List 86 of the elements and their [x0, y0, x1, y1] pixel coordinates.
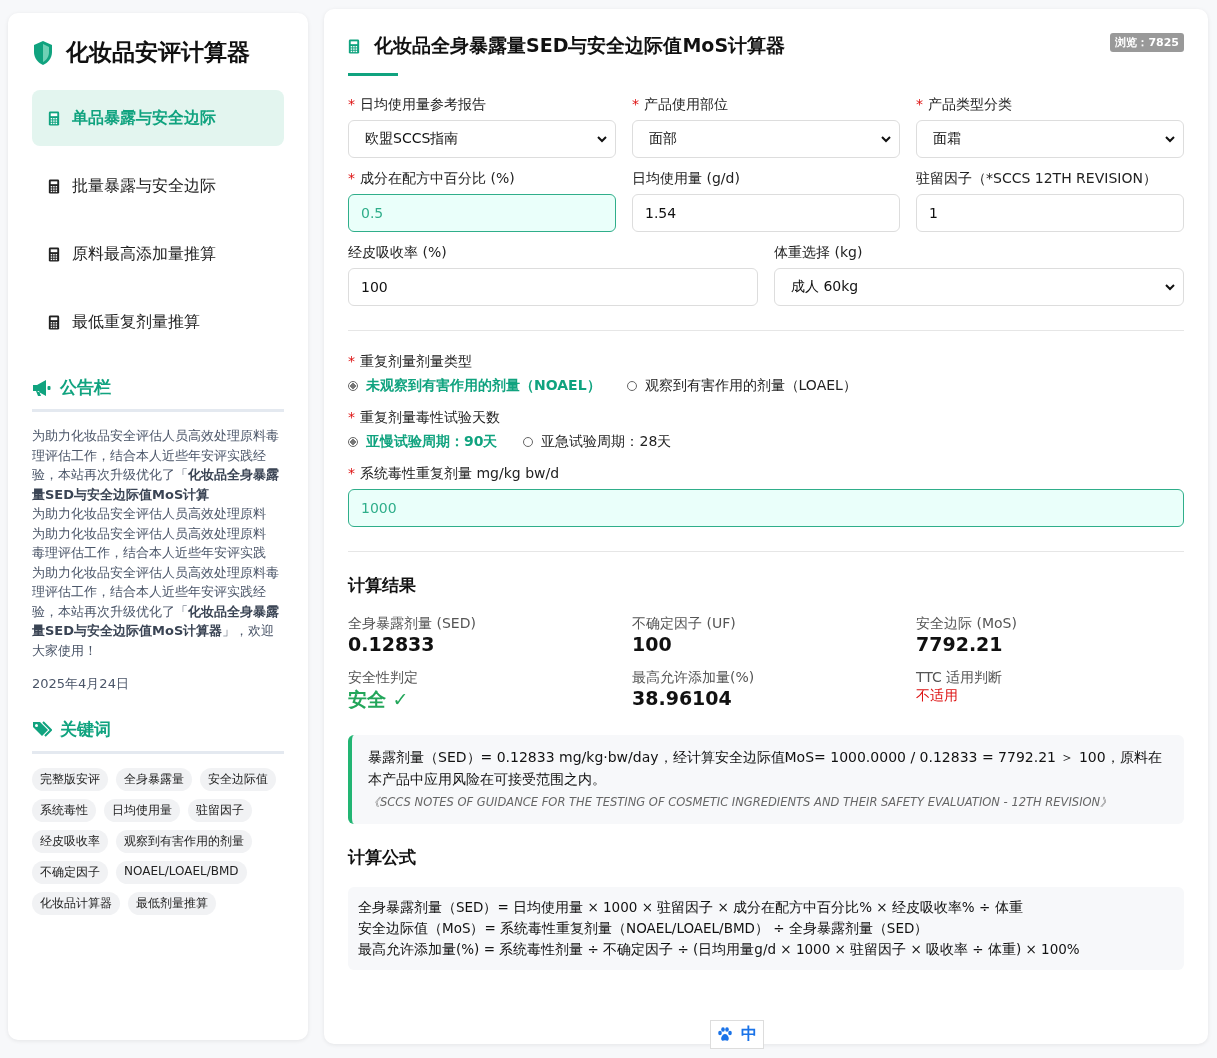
keyword-tag[interactable]: 化妆品计算器 — [32, 891, 120, 915]
formula-text: 安全边际值（MoS）= 系统毒性重复剂量（NOAEL/LOAEL/BMD） ÷ 全身暴露剂量（SED） — [358, 919, 930, 939]
formula-text: 全身暴露剂量（SED）= 日均使用量 × 1000 × 驻留因子 × 成分在配方中百分比% × 经皮吸收率% ÷ 体重 — [358, 898, 1024, 918]
field-label: 系统毒性重复剂量 mg/kg bw/d — [360, 465, 560, 481]
keyword-tag[interactable]: 不确定因子 — [32, 860, 108, 884]
result-value: 安全 ✓ — [348, 687, 410, 712]
keyword-tag[interactable]: 安全边际值 — [200, 767, 276, 791]
field-label: 日均使用量 (g/d) — [632, 170, 740, 186]
result-label: 安全边际 (MoS) — [916, 615, 1018, 633]
keyword-tag[interactable]: 驻留因子 — [188, 798, 252, 822]
reference-text: 《SCCS NOTES OF GUIDANCE FOR THE TESTING OF COSMETIC INGREDIENTS AND THEIR SAFETY EVALUATION - 12TH REVISION》 — [368, 794, 1114, 812]
calculator-icon — [48, 246, 60, 262]
page-title: 化妆品全身暴露量SED与安全边际值MoS计算器 — [374, 33, 786, 58]
notice-text: 为助力化妆品安全评估人员高效处理原料 — [32, 505, 267, 523]
keyword-tag[interactable]: 最低剂量推算 — [128, 891, 216, 915]
keyword-tag[interactable]: 全身暴露量 — [116, 767, 192, 791]
tags-icon — [32, 721, 52, 737]
nav-item[interactable]: 原料最高添加量推算 — [32, 226, 284, 282]
notice-text: 为助力化妆品安全评估人员高效处理原料毒理评估工作，结合本人近些年安评实践经验，本站再次升级优化了「化妆品全身暴露量SED与安全边际值MoS计算器」，欢迎大家使用！ — [32, 563, 280, 660]
field-label: 驻留因子（*SCCS 12TH REVISION） — [916, 170, 1157, 186]
required-mark: * — [916, 96, 923, 112]
result-label: TTC 适用判断 — [916, 669, 1004, 687]
keyword-tag[interactable]: 完整版安评 — [32, 767, 108, 791]
required-mark: * — [632, 96, 639, 112]
radio-option[interactable]: 观察到有害作用的剂量（LOAEL） — [626, 377, 857, 395]
notice-text: 毒理评估工作，结合本人近些年安评实践 — [32, 544, 267, 562]
conclusion-text: 暴露剂量（SED）= 0.12833 mg/kg·bw/day，经计算安全边际值MoS= 1000.0000 / 0.12833 = 7792.21 ＞ 100，原料在本产品中应用风险在可接受范围之内。 — [368, 748, 1163, 789]
megaphone-icon — [32, 378, 52, 397]
section-title: 关键词 — [60, 717, 111, 741]
keyword-tag[interactable]: NOAEL/LOAEL/BMD — [116, 860, 247, 884]
field-label: 产品使用部位 — [644, 96, 728, 112]
input-field[interactable]: 1.54 — [632, 194, 900, 232]
required-mark: * — [348, 409, 355, 425]
chevron-down-icon — [597, 135, 607, 143]
select-field[interactable]: 成人 60kg — [774, 268, 1184, 306]
field-label: 成分在配方中百分比 (%) — [360, 170, 515, 186]
result-label: 最高允许添加量(%) — [632, 669, 756, 687]
calculator-icon — [348, 38, 360, 54]
result-value: 0.12833 — [348, 633, 436, 655]
select-field[interactable]: 欧盟SCCS指南 — [348, 120, 616, 158]
view-count-badge: 浏览：7825 — [1110, 33, 1184, 52]
nav-item[interactable]: 最低重复剂量推算 — [32, 294, 284, 350]
result-label: 安全性判定 — [348, 669, 419, 687]
calculator-icon — [48, 314, 60, 330]
result-value: 7792.21 — [916, 633, 1004, 655]
radio-option[interactable]: 亚急试验周期：28天 — [523, 433, 672, 451]
field-label: 产品类型分类 — [928, 96, 1012, 112]
keyword-tag[interactable]: 系统毒性 — [32, 798, 96, 822]
formula-text: 最高允许添加量(%) = 系统毒性剂量 ÷ 不确定因子 ÷ (日均用量g/d × 1000 × 驻留因子 × 吸收率 ÷ 体重) × 100% — [358, 940, 1081, 960]
keyword-tag[interactable]: 经皮吸收率 — [32, 829, 108, 853]
chevron-down-icon — [1165, 135, 1175, 143]
notice-text: 为助力化妆品安全评估人员高效处理原料毒理评估工作，结合本人近些年安评实践经验，本站再次升级优化了「化妆品全身暴露量SED与安全边际值MoS计算 — [32, 427, 280, 504]
result-value: 38.96104 — [632, 687, 733, 709]
chevron-down-icon — [881, 135, 891, 143]
section-title: 计算公式 — [348, 846, 417, 870]
required-mark: * — [348, 353, 355, 369]
section-title: 计算结果 — [348, 574, 417, 597]
nav-item[interactable]: 批量暴露与安全边际 — [32, 158, 284, 214]
notice-text: 为助力化妆品安全评估人员高效处理原料 — [32, 524, 267, 543]
field-label: 重复剂量毒性试验天数 — [360, 409, 500, 425]
required-mark: * — [348, 170, 355, 186]
result-value: 不适用 — [916, 687, 959, 705]
section-title: 公告栏 — [60, 376, 111, 399]
shield-icon — [32, 39, 54, 66]
field-label: 体重选择 (kg) — [774, 244, 863, 260]
notice-date: 2025年4月24日 — [32, 675, 130, 693]
calculator-icon — [48, 110, 60, 126]
calculator-icon — [48, 178, 60, 194]
input-field[interactable]: 1 — [916, 194, 1184, 232]
input-field[interactable]: 100 — [348, 268, 758, 306]
app-title: 化妆品安评计算器 — [66, 38, 250, 67]
field-label: 经皮吸收率 (%) — [348, 244, 447, 260]
language-button[interactable]: 中 — [710, 1020, 764, 1049]
keyword-tag[interactable]: 日均使用量 — [104, 798, 180, 822]
required-mark: * — [348, 465, 355, 481]
required-mark: * — [348, 96, 355, 112]
keyword-tag[interactable]: 观察到有害作用的剂量 — [116, 829, 252, 853]
select-field[interactable]: 面部 — [632, 120, 900, 158]
select-field[interactable]: 面霜 — [916, 120, 1184, 158]
field-label: 日均使用量参考报告 — [360, 96, 486, 112]
paw-icon — [717, 1027, 733, 1042]
chevron-down-icon — [1165, 283, 1175, 291]
field-label: 重复剂量剂量类型 — [360, 353, 472, 369]
result-value: 100 — [632, 633, 673, 655]
result-label: 不确定因子 (UF) — [632, 615, 737, 633]
result-label: 全身暴露剂量 (SED) — [348, 615, 477, 633]
